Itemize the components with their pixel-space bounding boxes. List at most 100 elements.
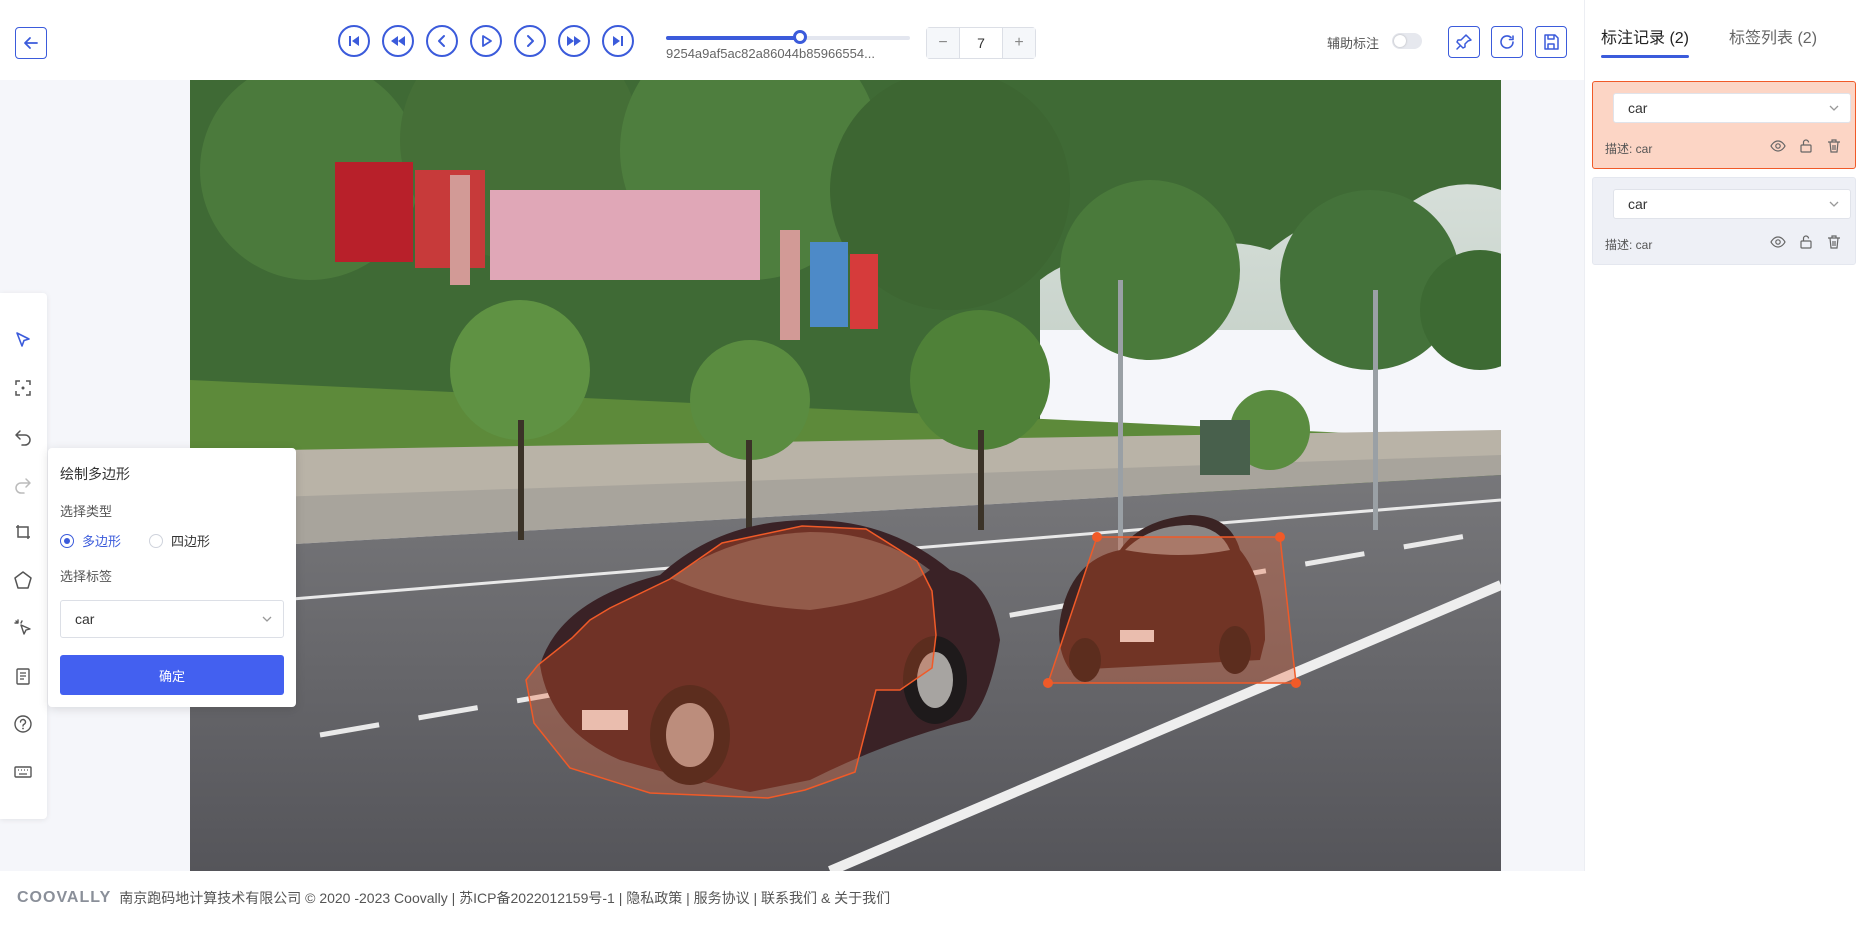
help-icon bbox=[14, 715, 32, 733]
pin-button[interactable] bbox=[1448, 26, 1480, 58]
decrement-button[interactable]: − bbox=[927, 28, 959, 58]
chevron-down-icon bbox=[1829, 105, 1839, 111]
tab-label-list[interactable]: 标签列表 (2) bbox=[1729, 0, 1817, 68]
chevron-right-icon bbox=[527, 35, 534, 47]
annotation-canvas[interactable]: 绘制多边形 选择类型 多边形 四边形 选择标签 car 确定 bbox=[0, 80, 1584, 871]
quadrilateral-radio[interactable] bbox=[149, 533, 164, 548]
smart-annotate-button[interactable] bbox=[11, 616, 35, 640]
help-button[interactable] bbox=[11, 712, 35, 736]
previous-image-button[interactable] bbox=[426, 25, 458, 57]
toggle-visibility-button[interactable] bbox=[1769, 137, 1787, 155]
record-label-value: car bbox=[1628, 196, 1648, 212]
magic-click-icon bbox=[14, 619, 31, 635]
unlock-icon bbox=[1800, 139, 1812, 153]
polygon-radio[interactable] bbox=[60, 533, 74, 548]
last-image-button[interactable] bbox=[602, 25, 634, 57]
footer-logo: COOVALLY bbox=[17, 889, 112, 906]
fast-backward-icon bbox=[391, 36, 405, 46]
rect-draw-icon bbox=[16, 525, 30, 539]
image-progress-slider[interactable] bbox=[666, 28, 910, 44]
annotation-record[interactable]: car 描述: car bbox=[1592, 177, 1856, 265]
document-button[interactable] bbox=[11, 664, 35, 688]
type-radio-group: 多边形 四边形 bbox=[60, 531, 238, 550]
slider-handle[interactable] bbox=[793, 30, 808, 44]
trash-icon bbox=[1828, 235, 1840, 249]
eye-icon bbox=[1770, 140, 1786, 152]
record-description: 描述: car bbox=[1605, 142, 1653, 156]
undo-button[interactable] bbox=[11, 424, 35, 448]
keyboard-shortcuts-button[interactable] bbox=[11, 760, 35, 784]
next-image-button[interactable] bbox=[514, 25, 546, 57]
save-icon bbox=[1544, 34, 1559, 50]
select-type-label: 选择类型 bbox=[60, 504, 113, 519]
record-description: 描述: car bbox=[1605, 238, 1653, 252]
save-button[interactable] bbox=[1535, 26, 1567, 58]
slider-track[interactable] bbox=[666, 30, 910, 44]
record-actions bbox=[1769, 233, 1843, 251]
undo-icon bbox=[15, 430, 31, 446]
quadrilateral-radio-label[interactable]: 四边形 bbox=[171, 531, 210, 550]
play-button[interactable] bbox=[470, 25, 502, 57]
tab-annotation-records[interactable]: 标注记录 (2) bbox=[1601, 0, 1690, 68]
fast-forward-button[interactable] bbox=[558, 25, 590, 57]
select-tag-label: 选择标签 bbox=[60, 569, 113, 584]
tag-select-value: car bbox=[75, 611, 95, 627]
chevron-down-icon bbox=[1829, 201, 1839, 207]
skip-last-icon bbox=[613, 36, 623, 46]
select-cursor-icon bbox=[16, 332, 30, 347]
assist-label: 辅助标注 bbox=[1327, 36, 1380, 51]
chevron-down-icon bbox=[262, 616, 272, 622]
top-toolbar: 9254a9af5ac82a86044b85966554... − 7 + 辅助… bbox=[0, 0, 1584, 80]
polygon-draw-button[interactable] bbox=[11, 568, 35, 592]
fast-forward-icon bbox=[567, 36, 581, 46]
eye-icon bbox=[1770, 236, 1786, 248]
rectangle-select-icon bbox=[15, 380, 31, 396]
delete-button[interactable] bbox=[1825, 233, 1843, 251]
annotation-panel: 标注记录 (2) 标签列表 (2) car 描述: car car 描述: ca… bbox=[1584, 0, 1865, 871]
increment-button[interactable]: + bbox=[1003, 28, 1035, 58]
fast-backward-button[interactable] bbox=[382, 25, 414, 57]
tag-select[interactable]: car bbox=[60, 600, 284, 638]
draw-polygon-popup: 绘制多边形 选择类型 多边形 四边形 选择标签 car 确定 bbox=[48, 448, 296, 707]
first-image-button[interactable] bbox=[338, 25, 370, 57]
delete-button[interactable] bbox=[1825, 137, 1843, 155]
page-stepper: − 7 + bbox=[926, 27, 1036, 59]
refresh-icon bbox=[1500, 35, 1514, 49]
back-button[interactable] bbox=[15, 27, 47, 59]
street-scene bbox=[190, 80, 1501, 871]
rect-draw-button[interactable] bbox=[11, 520, 35, 544]
rectangle-select-button[interactable] bbox=[11, 376, 35, 400]
select-tool-button[interactable] bbox=[11, 328, 35, 352]
annotated-image[interactable] bbox=[190, 80, 1501, 871]
polygon-draw-icon bbox=[14, 571, 32, 589]
pin-icon bbox=[1456, 34, 1472, 50]
slider-fill bbox=[666, 36, 801, 40]
image-name: 9254a9af5ac82a86044b85966554... bbox=[666, 46, 875, 61]
refresh-button[interactable] bbox=[1491, 26, 1523, 58]
chevron-left-icon bbox=[438, 35, 445, 47]
polygon-radio-label[interactable]: 多边形 bbox=[82, 531, 121, 550]
trash-icon bbox=[1828, 139, 1840, 153]
record-label-select[interactable]: car bbox=[1613, 189, 1851, 219]
play-icon bbox=[482, 35, 492, 47]
lock-button[interactable] bbox=[1797, 233, 1815, 251]
keyboard-icon bbox=[14, 766, 32, 778]
popup-title: 绘制多边形 bbox=[60, 466, 130, 482]
toggle-visibility-button[interactable] bbox=[1769, 233, 1787, 251]
page-number-input[interactable]: 7 bbox=[959, 28, 1003, 58]
arrow-left-icon bbox=[24, 37, 38, 49]
record-actions bbox=[1769, 137, 1843, 155]
record-label-select[interactable]: car bbox=[1613, 93, 1851, 123]
redo-button[interactable] bbox=[11, 472, 35, 496]
footer-text: 南京跑码地计算技术有限公司 © 2020 -2023 Coovally | 苏I… bbox=[119, 890, 891, 906]
unlock-icon bbox=[1800, 235, 1812, 249]
annotation-record[interactable]: car 描述: car bbox=[1592, 81, 1856, 169]
document-icon bbox=[16, 668, 30, 685]
image-navigation bbox=[338, 25, 634, 57]
footer: COOVALLY 南京跑码地计算技术有限公司 © 2020 -2023 Coov… bbox=[0, 871, 1865, 925]
redo-icon bbox=[15, 478, 31, 494]
confirm-button[interactable]: 确定 bbox=[60, 655, 284, 695]
lock-button[interactable] bbox=[1797, 137, 1815, 155]
assist-toggle[interactable] bbox=[1392, 33, 1422, 49]
skip-first-icon bbox=[349, 36, 359, 46]
